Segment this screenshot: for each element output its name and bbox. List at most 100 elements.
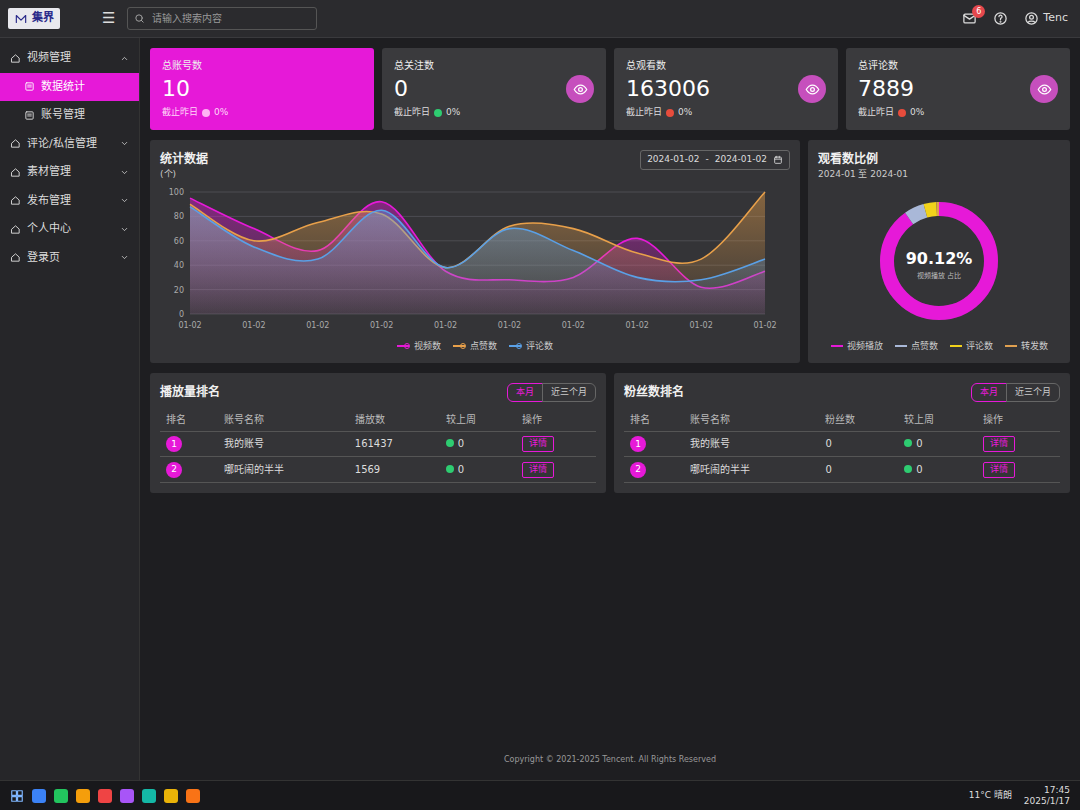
x-tick: 01-02 [178,321,201,330]
legend-item[interactable]: 转发数 [1005,340,1048,354]
stat-title: 总关注数 [394,58,460,73]
table-cell: 详情 [516,457,596,483]
app-icon[interactable] [142,789,156,803]
legend-swatch [509,345,521,347]
table-cell: 哪吒闹的半半 [218,457,349,483]
column-header: 排名 [160,408,218,432]
legend-item[interactable]: 视频数 [397,340,441,354]
legend-item[interactable]: 点赞数 [895,340,938,354]
page-icon [24,110,35,121]
footer: Copyright © 2021-2025 Tencent. All Right… [150,750,1070,770]
donut-segment [887,209,991,313]
stat-change: 0% [910,106,924,120]
sidebar-item[interactable]: 评论/私信管理 [0,130,139,159]
ranking-panel: 播放量排名本月近三个月排名账号名称播放数较上周操作1我的账号1614370详情2… [150,373,606,493]
donut-segment [887,209,991,313]
range-button[interactable]: 近三个月 [1006,383,1060,402]
sidebar-item[interactable]: 账号管理 [0,101,139,130]
y-tick: 20 [174,285,184,294]
detail-button[interactable]: 详情 [522,436,554,452]
column-header: 排名 [624,408,684,432]
donut-chart: 90.12%视频播放 占比 [869,191,1009,331]
table-cell: 2 [160,457,218,483]
grid-line [190,191,765,192]
legend-item[interactable]: 评论数 [509,340,553,354]
legend-item[interactable]: 点赞数 [453,340,497,354]
stat-body: 总观看数163006截止昨日0% [626,58,710,119]
ranking-title: 播放量排名 [160,383,220,401]
stat-card: 总评论数7889截止昨日0% [846,48,1070,130]
app-icon[interactable] [186,789,200,803]
table-cell: 1 [624,431,684,457]
ranking-table: 排名账号名称粉丝数较上周操作1我的账号00详情2哪吒闹的半半00详情 [624,408,1060,484]
eye-icon [805,82,820,97]
windows-start-icon[interactable] [10,789,24,803]
table-cell: 0 [898,431,977,457]
search-icon [134,13,145,24]
user-menu[interactable]: Tenc [1024,10,1068,27]
stat-card: 总账号数10截止昨日0% [150,48,374,130]
date-end: 2024-01-02 [715,153,767,167]
series-area [190,206,765,313]
clock[interactable]: 17:452025/1/17 [1024,785,1070,807]
header-row: 排名账号名称粉丝数较上周操作 [624,408,1060,432]
stat-change: 0% [446,106,460,120]
date-range-picker[interactable]: 2024-01-02-2024-01-02 [640,150,790,170]
ratio-legend: 视频播放点赞数评论数转发数 [818,340,1060,354]
app-icon[interactable] [54,789,68,803]
sidebar-item[interactable]: 素材管理 [0,158,139,187]
app-icon[interactable] [120,789,134,803]
column-header: 播放数 [349,408,440,432]
menu-toggle[interactable]: ☰ [102,7,115,30]
search-input[interactable] [150,10,310,27]
stat-title: 总账号数 [162,58,228,73]
y-tick: 0 [179,310,184,319]
app-icon[interactable] [76,789,90,803]
change-dot [446,439,454,447]
help-icon[interactable] [993,11,1008,26]
stat-note: 截止昨日0% [162,106,228,120]
change-value: 0 [458,438,464,449]
sidebar-label: 账号管理 [41,107,129,124]
stat-body: 总关注数0截止昨日0% [394,58,460,119]
stat-title: 总评论数 [858,58,924,73]
sidebar-item[interactable]: 登录页 [0,244,139,273]
app-logo[interactable]: 集界 [8,8,60,29]
legend-item[interactable]: 视频播放 [831,340,883,354]
calendar-icon [773,155,783,165]
sidebar-item[interactable]: 个人中心 [0,215,139,244]
table-cell: 2 [624,457,684,483]
range-button[interactable]: 近三个月 [542,383,596,402]
search-box[interactable] [127,7,317,30]
header-tools: 6 Tenc [962,10,1068,27]
range-button[interactable]: 本月 [507,383,543,402]
sidebar-item[interactable]: 数据统计 [0,73,139,102]
column-header: 账号名称 [684,408,819,432]
series-area [190,198,765,314]
sidebar-item[interactable]: 发布管理 [0,187,139,216]
app-icon[interactable] [98,789,112,803]
taskbar: 11°C 晴朗17:452025/1/17 [0,780,1080,810]
x-tick: 01-02 [626,321,649,330]
sidebar-item[interactable]: 视频管理 [0,44,139,73]
ratio-panel: 观看数比例2024-01 至 2024-0190.12%视频播放 占比视频播放点… [808,140,1070,363]
app-icon[interactable] [32,789,46,803]
column-header: 操作 [977,408,1060,432]
detail-button[interactable]: 详情 [983,436,1015,452]
table-body: 1我的账号1614370详情2哪吒闹的半半15690详情 [160,431,596,483]
range-button[interactable]: 本月 [971,383,1007,402]
table-cell: 161437 [349,431,440,457]
ranking-panel: 粉丝数排名本月近三个月排名账号名称粉丝数较上周操作1我的账号00详情2哪吒闹的半… [614,373,1070,493]
chevron-icon [120,168,129,177]
change-dot [202,109,210,117]
donut-segment [887,209,991,313]
table-cell: 详情 [977,457,1060,483]
ratio-period: 2024-01 至 2024-01 [818,168,1060,182]
mail-button[interactable]: 6 [962,11,977,26]
detail-button[interactable]: 详情 [522,462,554,478]
x-tick: 01-02 [434,321,457,330]
detail-button[interactable]: 详情 [983,462,1015,478]
legend-item[interactable]: 评论数 [950,340,993,354]
app-icon[interactable] [164,789,178,803]
rank-badge: 1 [630,436,646,452]
